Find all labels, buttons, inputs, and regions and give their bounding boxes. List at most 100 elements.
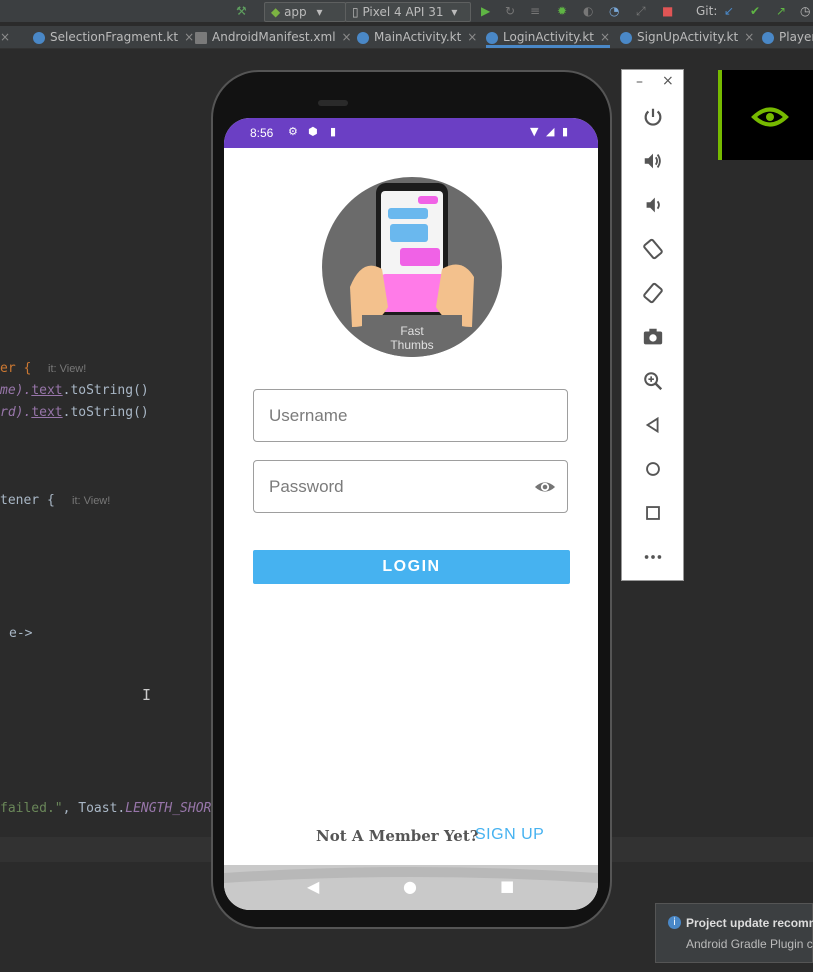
git-commit-icon[interactable]: ✔ [750,2,760,20]
login-button[interactable]: LOGIN [253,550,570,584]
kotlin-file-icon [620,31,632,44]
text-cursor-icon: I [142,686,152,704]
inlay-hint: it: View! [48,363,87,375]
project-update-notification[interactable]: i Project update recomm Android Gradle P… [655,903,813,963]
close-icon[interactable]: × [467,30,477,44]
tab-android-manifest[interactable]: AndroidManifest.xml × [195,26,352,48]
status-time: 8:56 [250,126,274,140]
nav-bar: ◀ ● ■ [224,865,598,910]
nvidia-logo-icon [751,107,789,127]
code-line: er { [0,361,32,376]
tab-label: AndroidManifest.xml [212,30,336,44]
logo-text: Fast Thumbs [390,324,434,352]
play-protect-icon: ⬢ [308,125,318,138]
signal-icon: ◢ [546,125,555,138]
emulator-controls-panel: – × [621,69,684,581]
chevron-down-icon: ▾ [316,5,323,19]
android-icon: ◆ [271,5,281,19]
close-icon[interactable]: × [662,73,674,89]
code-line: me).text.toString() [0,383,149,398]
signup-button[interactable]: SIGN UP [475,826,544,844]
device-label: Pixel 4 API 31 [362,5,444,19]
tab-signup-activity[interactable]: SignUpActivity.kt × [620,26,754,48]
code-line: tener { [0,493,55,508]
notification-title: Project update recomm [686,916,813,930]
minimize-icon[interactable]: – [636,74,643,90]
stop-icon[interactable]: ■ [662,2,673,20]
kotlin-file-icon [33,31,45,44]
tab-label: Player.k [779,30,813,44]
build-hammer-icon[interactable]: ⚒ [236,2,247,20]
overview-icon[interactable] [642,502,664,524]
settings-icon: ⚙ [288,125,298,138]
sim-card-icon: ▮ [330,125,337,138]
more-icon[interactable] [642,546,664,568]
xml-file-icon [195,31,207,44]
phone-screen: 8:56 ⚙ ⬢ ▮ ▼ ◢ ▮ Fast Thumbs Username Pa… [224,118,598,910]
home-icon[interactable]: ● [403,877,417,896]
username-placeholder: Username [269,406,348,425]
tab-main-activity[interactable]: MainActivity.kt × [357,26,477,48]
rotate-right-icon[interactable] [642,282,664,304]
volume-down-icon[interactable] [642,194,664,216]
camera-icon[interactable] [642,326,664,348]
close-icon[interactable]: × [600,30,610,44]
password-input[interactable]: Password [253,460,568,513]
status-bar: 8:56 ⚙ ⬢ ▮ ▼ ◢ ▮ [224,118,598,148]
recents-icon[interactable]: ■ [500,877,514,895]
apply-code-icon[interactable]: ≡ [530,2,540,20]
attach-debugger-icon[interactable]: ⤢ [636,2,646,20]
device-icon: ▯ [352,5,359,19]
history-icon[interactable]: ◷ [800,2,810,20]
back-icon[interactable]: ◀ [307,877,319,896]
code-line: failed.", Toast.LENGTH_SHOR [0,801,212,816]
back-icon[interactable] [642,414,664,436]
not-member-text: Not A Member Yet? [316,827,479,845]
speaker-grille [318,100,348,106]
zoom-icon[interactable] [642,370,664,392]
tab-player[interactable]: Player.k [762,26,813,48]
run-config-dropdown[interactable]: ◆ app ▾ [264,2,346,22]
git-update-icon[interactable]: ↙ [724,2,734,20]
debug-icon[interactable]: ✹ [557,2,567,20]
tab-label: MainActivity.kt [374,30,462,44]
close-icon[interactable]: × [184,30,194,44]
battery-icon: ▮ [562,125,569,138]
inlay-hint: it: View! [72,495,111,507]
kotlin-file-icon [762,31,774,44]
nvidia-overlay [718,70,813,160]
apply-changes-icon[interactable]: ↻ [505,2,515,20]
tab-label: SelectionFragment.kt [50,30,179,44]
run-config-label: app [284,5,307,19]
username-input[interactable]: Username [253,389,568,442]
git-push-icon[interactable]: ↗ [776,2,786,20]
tab-label: LoginActivity.kt [503,30,595,44]
info-icon: i [668,916,681,929]
app-logo: Fast Thumbs [322,177,502,357]
code-line: e-> [9,626,33,641]
close-icon[interactable]: × [744,30,754,44]
power-icon[interactable] [642,106,664,128]
run-icon[interactable]: ▶ [481,2,490,20]
coverage-icon[interactable]: ◐ [583,2,593,20]
device-dropdown[interactable]: ▯ Pixel 4 API 31 ▾ [345,2,471,22]
profiler-icon[interactable]: ◔ [609,2,619,20]
password-placeholder: Password [269,477,344,496]
kotlin-file-icon [357,31,369,44]
eye-icon[interactable] [534,476,556,498]
tab-login-activity[interactable]: LoginActivity.kt × [486,26,611,48]
chevron-down-icon: ▾ [451,5,458,19]
editor-tabs: × SelectionFragment.kt × AndroidManifest.… [0,26,813,49]
git-label: Git: [696,4,718,18]
tab-label: SignUpActivity.kt [637,30,739,44]
home-icon[interactable] [642,458,664,480]
kotlin-file-icon [486,31,498,44]
notification-body: Android Gradle Plugin c [686,937,813,951]
rotate-left-icon[interactable] [642,238,664,260]
tab-selection-fragment[interactable]: SelectionFragment.kt × [33,26,194,48]
tab-overflow-close[interactable]: × [0,26,10,48]
ide-toolbar: ⚒ ◆ app ▾ ▯ Pixel 4 API 31 ▾ ▶ ↻ ≡ ✹ ◐ ◔… [0,0,813,22]
volume-up-icon[interactable] [642,150,664,172]
close-icon[interactable]: × [342,30,352,44]
code-line: rd).text.toString() [0,405,149,420]
